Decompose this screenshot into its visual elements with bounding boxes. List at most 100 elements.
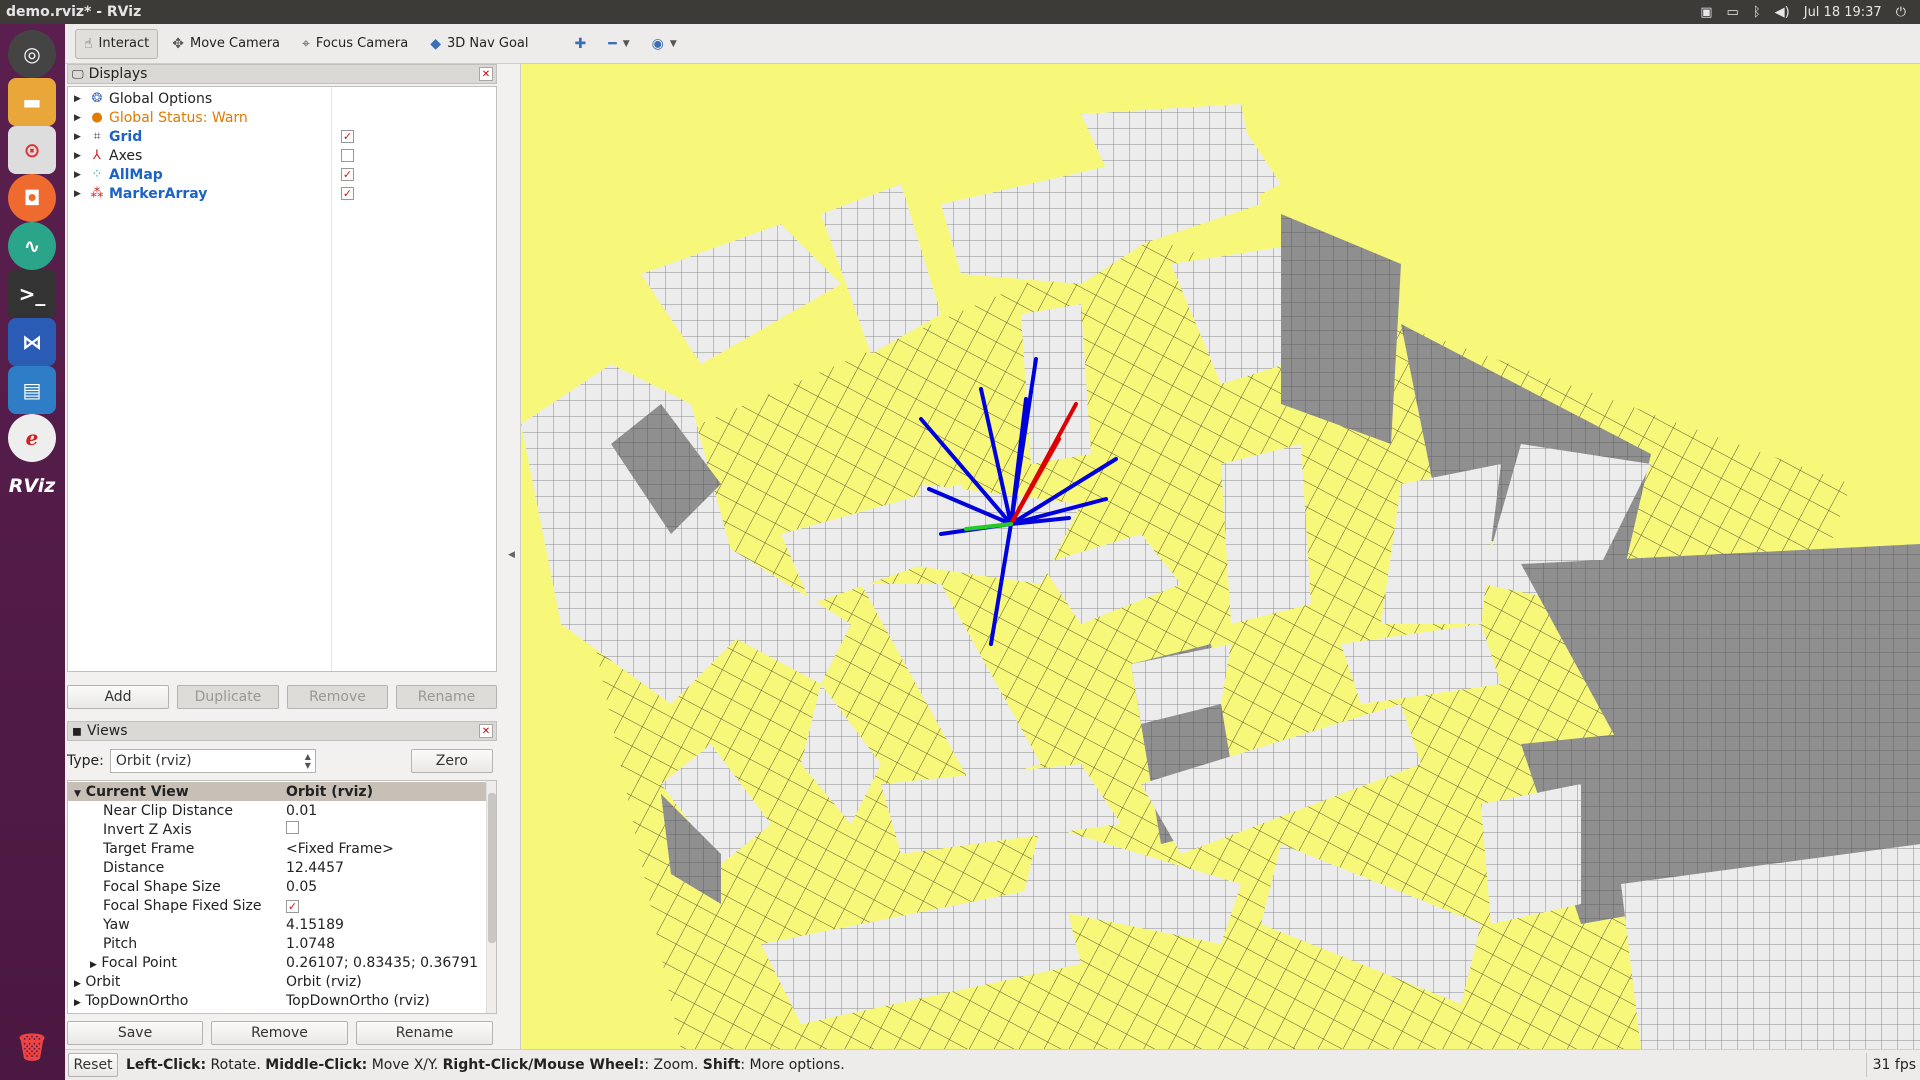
enable-checkbox[interactable]: ✓ <box>341 187 354 200</box>
camera-type-button[interactable]: ◉ ▼ <box>644 29 685 59</box>
tree-item-global-status[interactable]: ▶ ● Global Status: Warn <box>68 108 496 127</box>
prop-row[interactable]: Focal Shape Size 0.05 <box>68 877 486 896</box>
close-icon[interactable]: ✕ <box>479 724 493 738</box>
view-type-select[interactable]: Orbit (rviz) ▲ ▼ <box>109 749 316 773</box>
prop-row[interactable]: Pitch 1.0748 <box>68 934 486 953</box>
prop-row[interactable]: Focal Shape Fixed Size ✓ <box>68 896 486 915</box>
invert-z-checkbox[interactable] <box>286 821 299 834</box>
scrollbar-thumb[interactable] <box>488 793 496 943</box>
type-label: Type: <box>67 753 104 769</box>
collapse-panel-icon[interactable]: ◀ <box>508 550 515 560</box>
prop-key-wrap: ▶ Orbit <box>68 974 282 990</box>
trash-icon[interactable]: 🗑 <box>8 1024 56 1072</box>
tree-item-allmap[interactable]: ▶ ⁘ AllMap ✓ <box>68 165 496 184</box>
prop-value[interactable]: 0.05 <box>286 879 317 895</box>
expand-arrow-icon[interactable]: ▶ <box>74 132 86 142</box>
terminal-icon[interactable]: >_ <box>8 270 56 318</box>
zero-button[interactable]: Zero <box>410 749 493 773</box>
remove-view-button[interactable]: Remove <box>211 1021 348 1045</box>
prop-key: Near Clip Distance <box>103 802 233 819</box>
tree-item-label: Global Status: Warn <box>109 109 248 126</box>
volume-icon[interactable]: ◀) <box>1775 5 1790 20</box>
add-button[interactable]: Add <box>67 685 169 709</box>
move-camera-tool[interactable]: ✥ Move Camera <box>164 29 288 59</box>
expand-arrow-icon[interactable]: ▶ <box>74 189 86 199</box>
settings-toggle-icon[interactable]: ⊙ <box>8 126 56 174</box>
prop-value[interactable]: <Fixed Frame> <box>286 841 394 857</box>
saved-view-row[interactable]: ▶ TopDownOrtho TopDownOrtho (rviz) <box>68 991 486 1010</box>
vscode-icon[interactable]: ⋈ <box>8 318 56 366</box>
enable-checkbox[interactable]: ✓ <box>341 130 354 143</box>
indicator-icon[interactable]: ▣ <box>1700 5 1712 20</box>
view-properties: ▼ Current View Orbit (rviz) Near Clip Di… <box>67 780 497 1014</box>
reset-button[interactable]: Reset <box>68 1053 118 1077</box>
properties-scrollbar[interactable] <box>486 781 496 1013</box>
prop-row[interactable]: ▶ Focal Point 0.26107; 0.83435; 0.36791 <box>68 953 486 972</box>
files-icon[interactable]: ▬ <box>8 78 56 126</box>
rviz-icon[interactable]: RViz <box>8 462 56 510</box>
shift-desc: : More options. <box>740 1057 845 1073</box>
expand-arrow-icon[interactable]: ▶ <box>90 960 97 970</box>
fixed-size-checkbox[interactable]: ✓ <box>286 899 299 913</box>
prop-value[interactable]: 0.26107; 0.83435; 0.36791 <box>286 955 478 971</box>
remove-button[interactable]: Remove <box>287 685 388 709</box>
save-view-button[interactable]: Save <box>67 1021 203 1045</box>
rename-view-button[interactable]: Rename <box>356 1021 493 1045</box>
prop-row[interactable]: Near Clip Distance 0.01 <box>68 801 486 820</box>
prop-row[interactable]: Distance 12.4457 <box>68 858 486 877</box>
nav-goal-tool[interactable]: ◆ 3D Nav Goal <box>422 29 536 59</box>
prop-value[interactable]: 0.01 <box>286 803 317 819</box>
focus-camera-tool[interactable]: ⌖ Focus Camera <box>294 29 416 59</box>
render-viewport[interactable] <box>520 64 1920 1049</box>
tree-item-grid[interactable]: ▶ ⌗ Grid ✓ <box>68 127 496 146</box>
duplicate-button[interactable]: Duplicate <box>177 685 279 709</box>
enable-checkbox[interactable] <box>341 149 354 162</box>
prop-key: Pitch <box>103 935 138 952</box>
collapse-arrow-icon[interactable]: ▼ <box>74 789 81 799</box>
enable-checkbox[interactable]: ✓ <box>341 168 354 181</box>
prop-key: Target Frame <box>103 840 195 857</box>
remove-tool-button[interactable]: ━ ▼ <box>600 29 637 59</box>
rename-button[interactable]: Rename <box>396 685 497 709</box>
focus-icon: ⌖ <box>302 35 310 52</box>
left-click-desc: Rotate. <box>206 1057 266 1073</box>
ubuntu-logo-icon[interactable]: ◎ <box>8 30 56 78</box>
add-tool-button[interactable]: ✚ <box>567 29 595 59</box>
power-icon[interactable]: ⏻ <box>1896 5 1906 20</box>
interact-tool[interactable]: ☝ Interact <box>75 28 159 59</box>
prop-row[interactable]: Yaw 4.15189 <box>68 915 486 934</box>
expand-arrow-icon[interactable]: ▶ <box>74 998 81 1008</box>
screenshot-icon[interactable]: ◘ <box>8 174 56 222</box>
tree-item-axes[interactable]: ▶ ⅄ Axes <box>68 146 496 165</box>
software-center-icon[interactable]: ▤ <box>8 366 56 414</box>
expand-arrow-icon[interactable]: ▶ <box>74 979 81 989</box>
bluetooth-icon[interactable]: ᛒ <box>1753 5 1761 20</box>
prop-value[interactable]: 12.4457 <box>286 860 344 876</box>
prop-row[interactable]: Invert Z Axis <box>68 820 486 839</box>
expand-arrow-icon[interactable]: ▶ <box>74 113 86 123</box>
tree-item-global-options[interactable]: ▶ ❂ Global Options <box>68 89 496 108</box>
editor-icon[interactable]: ℯ <box>8 414 56 462</box>
prop-row[interactable]: Target Frame <Fixed Frame> <box>68 839 486 858</box>
tree-item-markerarray[interactable]: ▶ ⁂ MarkerArray ✓ <box>68 184 496 203</box>
move-icon: ✥ <box>172 35 184 52</box>
expand-arrow-icon[interactable]: ▶ <box>74 94 86 104</box>
expand-arrow-icon[interactable]: ▶ <box>74 151 86 161</box>
minus-icon: ━ <box>608 35 617 52</box>
middle-click-key: Middle-Click: <box>265 1057 368 1073</box>
screen-icon[interactable]: ▭ <box>1727 5 1739 20</box>
focus-camera-label: Focus Camera <box>315 36 409 51</box>
saved-view-row[interactable]: ▶ Orbit Orbit (rviz) <box>68 972 486 991</box>
system-monitor-icon[interactable]: ∿ <box>8 222 56 270</box>
prop-value[interactable]: 1.0748 <box>286 936 335 952</box>
clock[interactable]: Jul 18 19:37 <box>1804 5 1882 20</box>
pointcloud-icon: ⁘ <box>91 167 103 182</box>
marker-icon: ⁂ <box>90 186 104 201</box>
expand-arrow-icon[interactable]: ▶ <box>74 170 86 180</box>
close-icon[interactable]: ✕ <box>479 67 493 81</box>
current-view-row[interactable]: ▼ Current View Orbit (rviz) <box>68 782 486 801</box>
nav-goal-label: 3D Nav Goal <box>446 36 529 51</box>
scene-render <box>521 64 1920 1049</box>
prop-value[interactable]: 4.15189 <box>286 917 344 933</box>
prop-key: Focal Shape Size <box>103 878 221 895</box>
